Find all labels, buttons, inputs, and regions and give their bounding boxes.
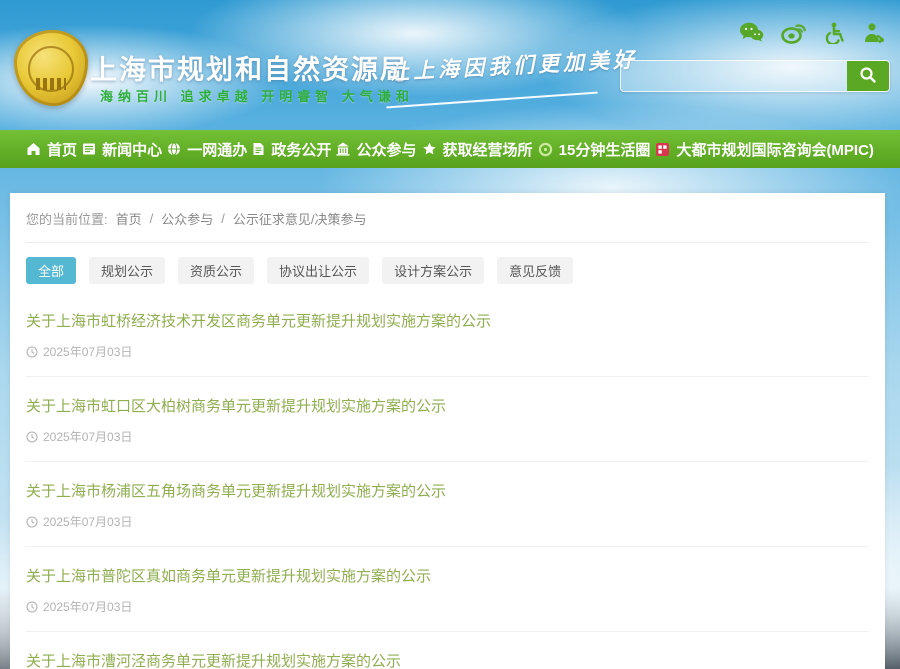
logo-buildings-mark [36, 78, 66, 90]
date-text: 2025年07月03日 [43, 428, 132, 445]
breadcrumb-prefix: 您的当前位置: [26, 209, 108, 228]
document-icon [252, 142, 265, 156]
announcement-link[interactable]: 关于上海市普陀区真如商务单元更新提升规划实施方案的公示 [26, 565, 869, 586]
announcement-list: 关于上海市虹桥经济技术开发区商务单元更新提升规划实施方案的公示 2025年07月… [26, 292, 869, 669]
nav-label: 获取经营场所 [443, 139, 533, 160]
nav-item-mpic[interactable]: 大都市规划国际咨询会(MPIC) [655, 139, 874, 160]
tab-feedback[interactable]: 意见反馈 [497, 257, 573, 284]
list-item: 关于上海市杨浦区五角场商务单元更新提升规划实施方案的公示 2025年07月03日 [26, 462, 869, 547]
nav-label: 公众参与 [356, 139, 416, 160]
nav-item-business-premises[interactable]: 获取经营场所 [422, 139, 533, 160]
home-icon [26, 142, 41, 156]
breadcrumb-separator: / [221, 211, 225, 226]
quick-links [739, 22, 886, 44]
breadcrumb: 您的当前位置: 首页 / 公众参与 / 公示征求意见/决策参与 [26, 209, 869, 243]
announcement-date: 2025年07月03日 [26, 513, 869, 530]
content-panel: 您的当前位置: 首页 / 公众参与 / 公示征求意见/决策参与 全部 规划公示 … [10, 193, 885, 669]
announcement-date: 2025年07月03日 [26, 428, 869, 445]
search-input[interactable] [621, 61, 847, 91]
clock-icon [26, 516, 38, 528]
clock-icon [26, 346, 38, 358]
bureau-logo [14, 30, 88, 106]
breadcrumb-home[interactable]: 首页 [116, 209, 142, 228]
nav-label: 首页 [47, 139, 77, 160]
main-nav: 首页 新闻中心 一网通办 政务公开 公众参与 [0, 130, 900, 168]
tab-planning-notice[interactable]: 规划公示 [89, 257, 165, 284]
nav-label: 政务公开 [271, 139, 331, 160]
nav-label: 15分钟生活圈 [559, 139, 651, 160]
announcement-link[interactable]: 关于上海市杨浦区五角场商务单元更新提升规划实施方案的公示 [26, 480, 869, 501]
announcement-date: 2025年07月03日 [26, 598, 869, 615]
announcement-date: 2025年07月03日 [26, 343, 869, 360]
nav-label: 一网通办 [187, 139, 247, 160]
nav-item-home[interactable]: 首页 [26, 139, 77, 160]
nav-item-online-service[interactable]: 一网通办 [167, 139, 247, 160]
nav-item-life-circle[interactable]: 15分钟生活圈 [538, 139, 651, 160]
nav-item-gov-info[interactable]: 政务公开 [252, 139, 331, 160]
city-spirit-slogan: 海纳百川 追求卓越 开明睿智 大气谦和 [100, 86, 414, 105]
nav-label: 大都市规划国际咨询会(MPIC) [676, 139, 874, 160]
life-circle-icon [538, 142, 553, 157]
list-item: 关于上海市虹桥经济技术开发区商务单元更新提升规划实施方案的公示 2025年07月… [26, 292, 869, 377]
breadcrumb-current[interactable]: 公示征求意见/决策参与 [233, 209, 367, 228]
search-icon [859, 66, 877, 87]
breadcrumb-separator: / [150, 211, 154, 226]
calligraphy-motto: 让上海因我们更加美好 [387, 43, 638, 86]
nav-label: 新闻中心 [102, 139, 162, 160]
announcement-link[interactable]: 关于上海市虹桥经济技术开发区商务单元更新提升规划实施方案的公示 [26, 310, 869, 331]
announcement-link[interactable]: 关于上海市漕河泾商务单元更新提升规划实施方案的公示 [26, 650, 869, 669]
date-text: 2025年07月03日 [43, 343, 132, 360]
site-search [620, 60, 890, 92]
filter-tabs: 全部 规划公示 资质公示 协议出让公示 设计方案公示 意见反馈 [26, 257, 869, 284]
clock-icon [26, 431, 38, 443]
list-item: 关于上海市虹口区大柏树商务单元更新提升规划实施方案的公示 2025年07月03日 [26, 377, 869, 462]
accessibility-icon[interactable] [823, 22, 845, 44]
search-button[interactable] [847, 61, 889, 91]
site-header: 上海市规划和自然资源局 海纳百川 追求卓越 开明睿智 大气谦和 让上海因我们更加… [0, 0, 900, 130]
wechat-icon[interactable] [739, 22, 764, 44]
motto-underline [386, 92, 598, 109]
date-text: 2025年07月03日 [43, 513, 132, 530]
tab-design-scheme-notice[interactable]: 设计方案公示 [382, 257, 484, 284]
mpic-icon [655, 142, 670, 157]
online-service-icon [167, 142, 181, 156]
list-item: 关于上海市普陀区真如商务单元更新提升规划实施方案的公示 2025年07月03日 [26, 547, 869, 632]
participation-icon [336, 142, 350, 156]
nav-item-participation[interactable]: 公众参与 [336, 139, 416, 160]
site-title: 上海市规划和自然资源局 [90, 48, 409, 87]
nav-item-news[interactable]: 新闻中心 [82, 139, 162, 160]
tab-all[interactable]: 全部 [26, 257, 76, 284]
announcement-link[interactable]: 关于上海市虹口区大柏树商务单元更新提升规划实施方案的公示 [26, 395, 869, 416]
news-icon [82, 142, 96, 156]
breadcrumb-participation[interactable]: 公众参与 [161, 209, 213, 228]
clock-icon [26, 601, 38, 613]
weibo-icon[interactable] [781, 22, 806, 44]
date-text: 2025年07月03日 [43, 598, 132, 615]
tab-agreement-transfer-notice[interactable]: 协议出让公示 [267, 257, 369, 284]
senior-mode-icon[interactable] [862, 22, 886, 44]
star-icon [422, 142, 437, 156]
tab-qualification-notice[interactable]: 资质公示 [178, 257, 254, 284]
list-item: 关于上海市漕河泾商务单元更新提升规划实施方案的公示 2025年07月03日 [26, 632, 869, 669]
